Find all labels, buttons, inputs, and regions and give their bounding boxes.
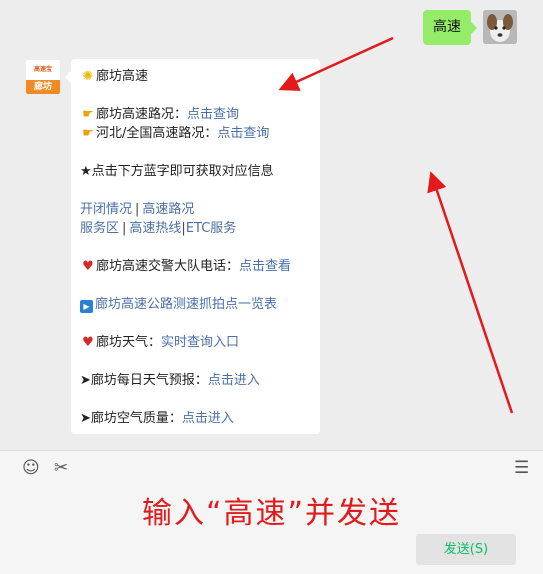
- road-conditions-link[interactable]: 高速路况: [142, 202, 194, 217]
- quick-links-row-2: 服务区 | 高速热线|ETC服务: [80, 219, 311, 238]
- speed-camera-line: ▶ 廊坊高速公路测速抓拍点一览表: [80, 295, 311, 314]
- police-phone-line: ♥ 廊坊高速交警大队电话：点击查看: [80, 257, 311, 276]
- hint-text: ★点击下方蓝字即可获取对应信息: [80, 164, 274, 179]
- scissors-icon[interactable]: ✂: [54, 458, 68, 478]
- dog-photo-icon: [483, 10, 517, 44]
- pointing-hand-icon: ☛: [82, 107, 94, 122]
- play-icon: ▶: [80, 300, 93, 313]
- pointing-hand-icon: ☛: [82, 126, 94, 141]
- etc-service-link[interactable]: ETC服务: [186, 221, 236, 236]
- open-close-link[interactable]: 开闭情况: [80, 202, 132, 217]
- separator: |: [122, 221, 127, 236]
- forecast-label: ➤廊坊每日天气预报：: [80, 373, 208, 388]
- send-button[interactable]: 发送(S): [416, 534, 516, 565]
- road-status-line: ☛ 廊坊高速路况：点击查询: [80, 105, 311, 124]
- police-phone-label: 廊坊高速交警大队电话：: [96, 259, 240, 274]
- user-avatar[interactable]: [483, 10, 517, 44]
- emoji-icon[interactable]: ☺: [22, 458, 40, 478]
- road-status-label: 廊坊高速路况：: [96, 107, 188, 122]
- heart-icon: ♥: [82, 259, 94, 274]
- forecast-link[interactable]: 点击进入: [208, 373, 260, 388]
- road-status-link[interactable]: 点击查询: [187, 107, 239, 122]
- chat-history-icon[interactable]: ☰: [514, 458, 529, 478]
- message-title: 廊坊高速: [96, 69, 149, 84]
- account-avatar-logo: 高速宝: [26, 60, 60, 80]
- outgoing-message-bubble: 高速: [423, 10, 477, 45]
- service-area-link[interactable]: 服务区: [80, 221, 119, 236]
- hebei-status-label: 河北/全国高速路况：: [96, 126, 218, 141]
- message-title-line: ✺ 廊坊高速: [80, 67, 311, 86]
- instruction-text: 输入“高速”并发送: [141, 496, 402, 531]
- hotline-link[interactable]: 高速热线: [129, 221, 181, 236]
- hebei-status-line: ☛ 河北/全国高速路况：点击查询: [80, 124, 311, 143]
- speed-camera-link[interactable]: 廊坊高速公路测速抓拍点一览表: [95, 297, 277, 312]
- account-avatar-city: 廊坊: [26, 80, 60, 94]
- account-avatar[interactable]: 高速宝 廊坊: [26, 60, 60, 94]
- incoming-message-bubble: ✺ 廊坊高速 ☛ 廊坊高速路况：点击查询 ☛ 河北/全国高速路况：点击查询 ★点击下方…: [65, 59, 320, 434]
- weather-label: 廊坊天气：: [96, 335, 162, 350]
- outgoing-message-text: 高速: [433, 19, 461, 35]
- hebei-status-link[interactable]: 点击查询: [217, 126, 269, 141]
- forecast-line: ➤廊坊每日天气预报：点击进入: [80, 371, 311, 390]
- weather-line: ♥ 廊坊天气：实时查询入口: [80, 333, 311, 352]
- sun-icon: ✺: [82, 69, 94, 84]
- police-phone-link[interactable]: 点击查看: [239, 259, 291, 274]
- weather-link[interactable]: 实时查询入口: [161, 335, 239, 350]
- separator: |: [135, 202, 140, 217]
- quick-links-row-1: 开闭情况 | 高速路况: [80, 200, 311, 219]
- air-quality-link[interactable]: 点击进入: [182, 411, 234, 426]
- air-quality-label: ➤廊坊空气质量：: [80, 411, 182, 426]
- air-quality-line: ➤廊坊空气质量：点击进入: [80, 409, 311, 428]
- heart-icon: ♥: [82, 335, 94, 350]
